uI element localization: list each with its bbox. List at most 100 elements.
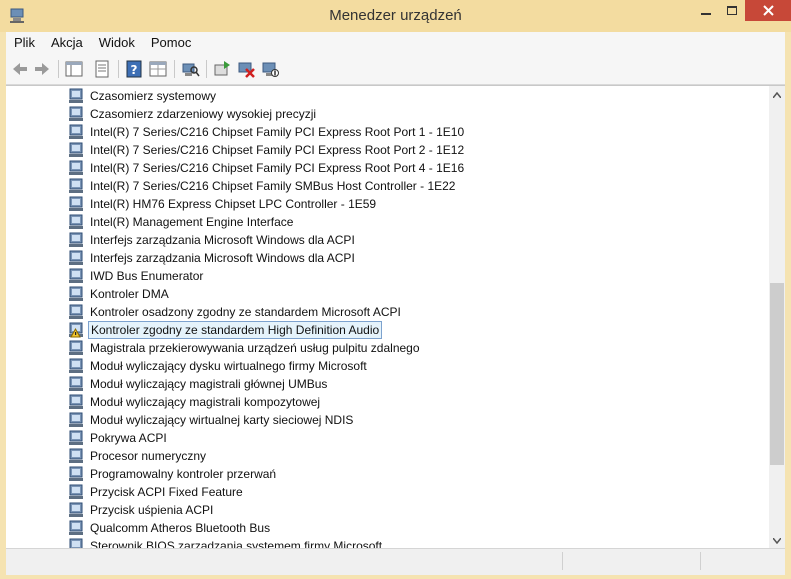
system-device-icon — [69, 502, 83, 517]
device-row-16[interactable]: Moduł wyliczający magistrali głównej UMB… — [68, 375, 329, 393]
device-name: Intel(R) Management Engine Interface — [90, 215, 294, 229]
scan-hardware-icon[interactable] — [180, 59, 200, 79]
system-device-icon — [69, 466, 83, 481]
system-device-icon — [69, 268, 83, 283]
system-device-icon — [69, 430, 83, 445]
update-driver-icon[interactable] — [212, 59, 232, 79]
minimize-button[interactable] — [692, 0, 719, 21]
device-name: Qualcomm Atheros Bluetooth Bus — [90, 521, 271, 535]
maximize-button[interactable] — [719, 0, 745, 21]
menu-widok[interactable]: Widok — [91, 32, 143, 54]
device-name: Czasomierz zdarzeniowy wysokiej precyzji — [90, 107, 317, 121]
status-bar — [6, 548, 785, 575]
device-row-10[interactable]: IWD Bus Enumerator — [68, 267, 205, 285]
device-name: IWD Bus Enumerator — [90, 269, 204, 283]
device-name: Intel(R) HM76 Express Chipset LPC Contro… — [90, 197, 377, 211]
device-row-6[interactable]: Intel(R) HM76 Express Chipset LPC Contro… — [68, 195, 378, 213]
system-device-icon — [69, 304, 83, 319]
scroll-up-button[interactable] — [769, 86, 785, 103]
uninstall-icon[interactable] — [236, 59, 256, 79]
menu-akcja[interactable]: Akcja — [43, 32, 91, 54]
scroll-down-button[interactable] — [769, 532, 785, 549]
device-row-12[interactable]: Kontroler osadzony zgodny ze standardem … — [68, 303, 403, 321]
chevron-down-icon — [773, 537, 781, 544]
menu-bar: Plik Akcja Widok Pomoc — [6, 32, 785, 54]
device-name: Przycisk ACPI Fixed Feature — [90, 485, 243, 499]
device-row-15[interactable]: Moduł wyliczający dysku wirtualnego firm… — [68, 357, 369, 375]
device-row-19[interactable]: Pokrywa ACPI — [68, 429, 169, 447]
device-row-3[interactable]: Intel(R) 7 Series/C216 Chipset Family PC… — [68, 141, 466, 159]
system-device-icon — [69, 214, 83, 229]
device-row-22[interactable]: Przycisk ACPI Fixed Feature — [68, 483, 245, 501]
device-name: Moduł wyliczający wirtualnej karty sieci… — [90, 413, 354, 427]
device-name: Procesor numeryczny — [90, 449, 207, 463]
device-row-0[interactable]: Czasomierz systemowy — [68, 87, 218, 105]
title-bar[interactable]: Menedzer urządzeń — [0, 0, 791, 32]
device-row-4[interactable]: Intel(R) 7 Series/C216 Chipset Family PC… — [68, 159, 466, 177]
close-icon — [762, 5, 774, 16]
help-icon[interactable]: ? — [124, 59, 144, 79]
toolbar: ? — [6, 54, 785, 85]
device-name: Przycisk uśpienia ACPI — [90, 503, 214, 517]
scrollbar-thumb[interactable] — [770, 283, 784, 465]
forward-icon[interactable] — [32, 59, 52, 79]
system-device-icon — [69, 250, 83, 265]
system-device-icon — [69, 412, 83, 427]
device-row-20[interactable]: Procesor numeryczny — [68, 447, 208, 465]
device-row-24[interactable]: Qualcomm Atheros Bluetooth Bus — [68, 519, 272, 537]
device-row-17[interactable]: Moduł wyliczający magistrali kompozytowe… — [68, 393, 322, 411]
back-icon[interactable] — [10, 59, 30, 79]
status-segment — [700, 552, 785, 570]
device-row-8[interactable]: Interfejs zarządzania Microsoft Windows … — [68, 231, 357, 249]
device-row-11[interactable]: Kontroler DMA — [68, 285, 171, 303]
device-row-13-selected[interactable]: Kontroler zgodny ze standardem High Defi… — [68, 321, 383, 339]
warning-device-icon — [69, 322, 83, 338]
device-row-5[interactable]: Intel(R) 7 Series/C216 Chipset Family SM… — [68, 177, 457, 195]
disable-icon[interactable] — [260, 59, 280, 79]
device-name: Czasomierz systemowy — [90, 89, 217, 103]
view-icon[interactable] — [148, 59, 168, 79]
device-name: Magistrala przekierowywania urządzeń usł… — [90, 341, 420, 355]
device-row-14[interactable]: Magistrala przekierowywania urządzeń usł… — [68, 339, 422, 357]
device-name: Interfejs zarządzania Microsoft Windows … — [90, 233, 355, 247]
device-name: Intel(R) 7 Series/C216 Chipset Family SM… — [90, 179, 456, 193]
device-row-21[interactable]: Programowalny kontroler przerwań — [68, 465, 278, 483]
console-tree-icon[interactable] — [64, 59, 84, 79]
device-name: Kontroler zgodny ze standardem High Defi… — [88, 321, 383, 339]
device-name: Intel(R) 7 Series/C216 Chipset Family PC… — [90, 125, 465, 139]
system-device-icon — [69, 142, 83, 157]
properties-icon[interactable] — [92, 59, 112, 79]
device-name: Intel(R) 7 Series/C216 Chipset Family PC… — [90, 143, 465, 157]
system-device-icon — [69, 196, 83, 211]
system-device-icon — [69, 358, 83, 373]
system-device-icon — [69, 376, 83, 391]
system-device-icon — [69, 286, 83, 301]
toolbar-separator — [174, 60, 175, 78]
device-name: Programowalny kontroler przerwań — [90, 467, 277, 481]
device-row-1[interactable]: Czasomierz zdarzeniowy wysokiej precyzji — [68, 105, 318, 123]
device-name: Moduł wyliczający dysku wirtualnego firm… — [90, 359, 367, 373]
device-name: Intel(R) 7 Series/C216 Chipset Family PC… — [90, 161, 465, 175]
system-device-icon — [69, 520, 83, 535]
maximize-icon — [727, 5, 737, 15]
device-row-2[interactable]: Intel(R) 7 Series/C216 Chipset Family PC… — [68, 123, 466, 141]
device-name: Moduł wyliczający magistrali kompozytowe… — [90, 395, 321, 409]
status-segment — [562, 552, 693, 570]
device-row-9[interactable]: Interfejs zarządzania Microsoft Windows … — [68, 249, 357, 267]
system-device-icon — [69, 340, 83, 355]
menu-pomoc[interactable]: Pomoc — [143, 32, 199, 54]
device-tree[interactable]: Czasomierz systemowy Czasomierz zdarzeni… — [6, 85, 785, 549]
system-device-icon — [69, 178, 83, 193]
device-row-23[interactable]: Przycisk uśpienia ACPI — [68, 501, 215, 519]
close-button[interactable] — [745, 0, 791, 21]
device-row-7[interactable]: Intel(R) Management Engine Interface — [68, 213, 295, 231]
toolbar-separator — [58, 60, 59, 78]
window-title: Menedzer urządzeń — [329, 7, 462, 24]
system-device-icon — [69, 88, 83, 103]
vertical-scrollbar[interactable] — [769, 86, 785, 549]
menu-plik[interactable]: Plik — [6, 32, 43, 54]
device-name: Pokrywa ACPI — [90, 431, 167, 445]
device-row-18[interactable]: Moduł wyliczający wirtualnej karty sieci… — [68, 411, 355, 429]
device-manager-window: Menedzer urządzeń Plik Akcja Widok Pomoc… — [0, 0, 791, 579]
system-device-icon — [69, 232, 83, 247]
